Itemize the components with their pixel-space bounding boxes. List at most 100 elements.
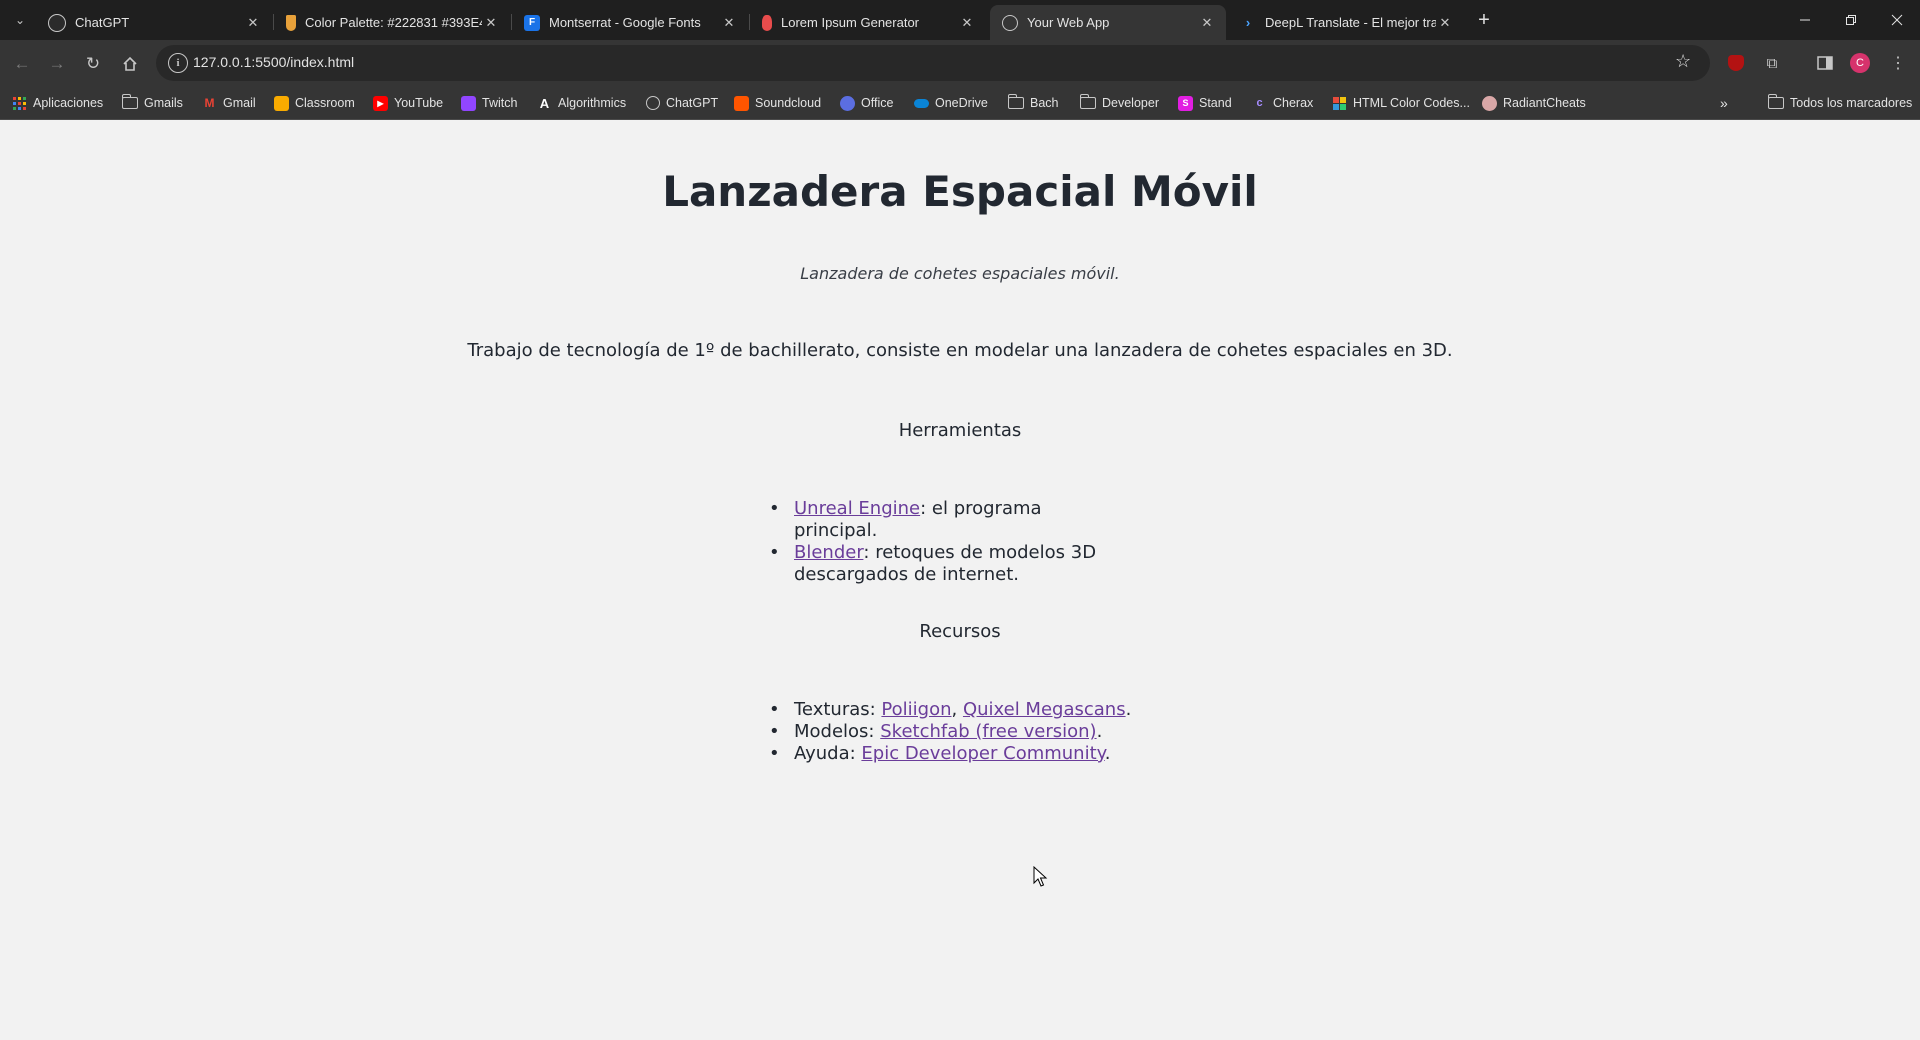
bookmark-cherax[interactable]: c Cherax xyxy=(1252,92,1313,114)
bookmark-soundcloud[interactable]: Soundcloud xyxy=(734,92,821,114)
chatgpt-icon xyxy=(48,13,66,32)
google-fonts-icon: F xyxy=(524,14,540,31)
office-icon xyxy=(840,95,855,111)
stand-icon: S xyxy=(1178,95,1193,111)
bookmark-aplicaciones[interactable]: Aplicaciones xyxy=(12,92,103,114)
address-url[interactable]: 127.0.0.1:5500/index.html xyxy=(193,54,354,70)
tab-lorem-ipsum[interactable]: Lorem Ipsum Generator ✕ xyxy=(750,5,986,40)
back-arrow-icon[interactable]: ← xyxy=(8,50,36,78)
bookmark-label: ChatGPT xyxy=(666,96,719,110)
bookmark-classroom[interactable]: Classroom xyxy=(274,92,355,114)
folder-icon xyxy=(1767,94,1784,109)
youtube-icon: ▶ xyxy=(373,95,388,111)
tab-search-chevron-icon[interactable]: ⌄ xyxy=(8,8,32,32)
more-bookmarks-chevron-icon[interactable]: » xyxy=(1720,92,1728,114)
web-page: Lanzadera Espacial Móvil Lanzadera de co… xyxy=(0,121,1920,1040)
epic-developer-community-link[interactable]: Epic Developer Community xyxy=(861,743,1104,764)
minimize-icon[interactable] xyxy=(1782,0,1828,40)
close-icon[interactable]: ✕ xyxy=(958,15,976,31)
new-tab-plus-icon[interactable]: + xyxy=(1472,8,1496,32)
close-icon[interactable]: ✕ xyxy=(244,15,262,31)
list-item: Ayuda: Epic Developer Community. xyxy=(769,743,1189,765)
close-icon[interactable]: ✕ xyxy=(1198,15,1216,31)
tab-title: Lorem Ipsum Generator xyxy=(781,15,920,30)
period: . xyxy=(1096,721,1103,742)
bookmark-youtube[interactable]: ▶ YouTube xyxy=(373,92,443,114)
color-grid-glyph xyxy=(1333,96,1346,110)
close-icon[interactable]: ✕ xyxy=(720,15,738,31)
bookmark-onedrive[interactable]: OneDrive xyxy=(914,92,988,114)
list-item: Modelos: Sketchfab (free version). xyxy=(769,721,1189,743)
bookmark-office[interactable]: Office xyxy=(840,92,893,114)
folder-icon xyxy=(1007,94,1024,109)
bookmark-label: RadiantCheats xyxy=(1503,96,1586,110)
bookmark-gmails[interactable]: Gmails xyxy=(121,92,183,114)
resource-label: Modelos: xyxy=(794,721,881,742)
chatgpt-icon xyxy=(646,96,660,110)
all-bookmarks-button[interactable]: Todos los marcadores xyxy=(1767,92,1912,114)
close-icon[interactable]: ✕ xyxy=(1436,15,1454,31)
bookmark-twitch[interactable]: Twitch xyxy=(461,92,517,114)
folder-icon xyxy=(121,94,138,109)
tab-title: Montserrat - Google Fonts xyxy=(549,15,701,30)
site-info-icon[interactable]: i xyxy=(168,53,188,73)
side-panel-icon[interactable] xyxy=(1813,51,1837,75)
bookmark-radiantcheats[interactable]: RadiantCheats xyxy=(1482,92,1586,114)
profile-avatar[interactable]: C xyxy=(1848,51,1872,75)
tools-list: Unreal Engine: el programa principal. Bl… xyxy=(769,498,1129,586)
unreal-engine-link[interactable]: Unreal Engine xyxy=(794,498,920,519)
bookmark-label: YouTube xyxy=(394,96,444,110)
bookmark-label: Cherax xyxy=(1273,96,1314,110)
color-palette-icon xyxy=(286,14,296,31)
bookmark-chatgpt[interactable]: ChatGPT xyxy=(646,92,718,114)
extensions-puzzle-icon[interactable]: ⧉ xyxy=(1760,51,1784,75)
lorem-ipsum-icon xyxy=(762,14,772,31)
tab-color-palette[interactable]: Color Palette: #222831 #393E46 ✕ xyxy=(274,5,510,40)
tab-title: Your Web App xyxy=(1027,15,1110,30)
tab-your-web-app[interactable]: Your Web App ✕ xyxy=(990,5,1226,40)
blender-link[interactable]: Blender xyxy=(794,542,863,563)
bookmark-label: Aplicaciones xyxy=(33,96,104,110)
bookmark-label: Gmails xyxy=(144,96,183,110)
more-menu-icon[interactable]: ⋮ xyxy=(1886,51,1910,75)
forward-arrow-icon[interactable]: → xyxy=(43,50,71,78)
restore-icon[interactable] xyxy=(1828,0,1874,40)
radiantcheats-icon xyxy=(1482,95,1497,111)
side-panel-glyph xyxy=(1817,56,1833,70)
poliigon-link[interactable]: Poliigon xyxy=(881,699,951,720)
resources-heading: Recursos xyxy=(919,621,1001,642)
deepl-icon: › xyxy=(1245,15,1251,30)
minimize-glyph xyxy=(1800,19,1810,21)
bookmark-html-color-codes[interactable]: HTML Color Codes... xyxy=(1332,92,1470,114)
bookmark-stand[interactable]: S Stand xyxy=(1178,92,1232,114)
mouse-cursor-icon xyxy=(1033,866,1048,887)
close-icon[interactable]: ✕ xyxy=(482,15,500,31)
list-item: Texturas: Poliigon, Quixel Megascans. xyxy=(769,699,1189,721)
close-window-icon[interactable] xyxy=(1874,0,1920,40)
bookmark-algorithmics[interactable]: A Algorithmics xyxy=(537,92,626,114)
period: . xyxy=(1125,699,1132,720)
apps-grid-glyph xyxy=(13,96,26,110)
classroom-icon xyxy=(274,95,289,111)
address-bar[interactable] xyxy=(156,45,1710,81)
tab-chatgpt[interactable]: ChatGPT ✕ xyxy=(36,5,272,40)
bookmark-star-icon[interactable]: ☆ xyxy=(1675,51,1691,72)
globe-icon xyxy=(1002,14,1018,31)
period: . xyxy=(1104,743,1111,764)
home-icon[interactable] xyxy=(116,50,144,78)
bookmark-bach[interactable]: Bach xyxy=(1007,92,1059,114)
sketchfab-link[interactable]: Sketchfab (free version) xyxy=(880,721,1096,742)
bookmark-developer[interactable]: Developer xyxy=(1079,92,1159,114)
quixel-megascans-link[interactable]: Quixel Megascans xyxy=(963,699,1126,720)
tab-deepl[interactable]: › DeepL Translate - El mejor traductor ✕ xyxy=(1228,5,1464,40)
bookmark-label: Soundcloud xyxy=(755,96,822,110)
tab-google-fonts[interactable]: F Montserrat - Google Fonts ✕ xyxy=(512,5,748,40)
algorithmics-icon: A xyxy=(539,95,550,111)
bookmark-label: Twitch xyxy=(482,96,518,110)
reload-icon[interactable]: ↻ xyxy=(79,50,107,78)
bookmark-gmail[interactable]: M Gmail xyxy=(202,92,256,114)
bookmark-label: Gmail xyxy=(223,96,256,110)
bookmark-label: HTML Color Codes... xyxy=(1353,96,1470,110)
ublock-extension-icon[interactable] xyxy=(1724,51,1748,75)
tab-title: DeepL Translate - El mejor traductor xyxy=(1265,15,1436,30)
